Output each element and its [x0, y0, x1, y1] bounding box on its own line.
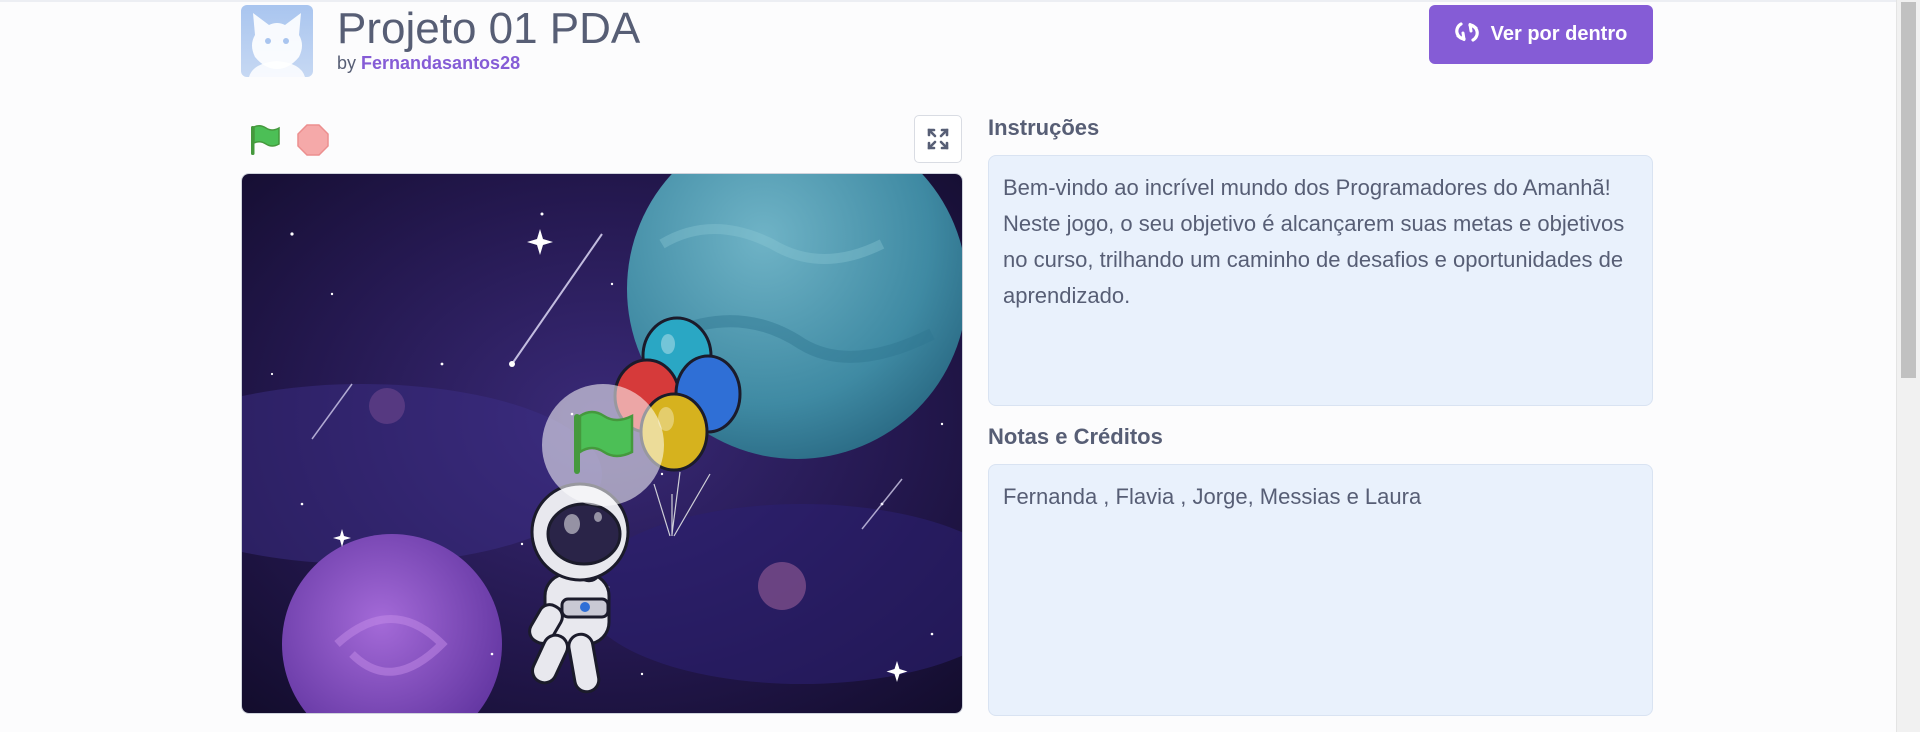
instructions-heading: Instruções [988, 115, 1100, 140]
see-inside-label: Ver por dentro [1490, 23, 1628, 45]
notes-heading: Notas e Créditos [988, 424, 1163, 449]
top-divider [0, 0, 1898, 2]
fullscreen-expand-icon[interactable] [914, 115, 962, 163]
green-flag-icon[interactable] [248, 123, 282, 157]
scratch-cat-avatar-icon[interactable] [241, 5, 313, 77]
notes-text: Fernanda , Flavia , Jorge, Messias e Lau… [1003, 484, 1422, 509]
instructions-text: Bem-vindo ao incrível mundo dos Programa… [1003, 175, 1625, 308]
scrollbar-thumb[interactable] [1901, 2, 1916, 378]
project-stage[interactable] [241, 173, 963, 714]
instructions-box[interactable]: Bem-vindo ao incrível mundo dos Programa… [988, 155, 1653, 406]
see-inside-button[interactable]: Ver por dentro [1429, 5, 1653, 64]
project-page: Projeto 01 PDA by Fernandasantos28 Ver p… [0, 0, 1920, 732]
author-link[interactable]: Fernandasantos28 [361, 53, 520, 73]
page-scrollbar[interactable] [1896, 0, 1920, 732]
stop-sign-icon[interactable] [296, 123, 330, 157]
project-title: Projeto 01 PDA [337, 4, 641, 53]
by-label: by [337, 53, 357, 73]
notes-box[interactable]: Fernanda , Flavia , Jorge, Messias e Lau… [988, 464, 1653, 716]
project-byline: by Fernandasantos28 [337, 52, 520, 74]
remix-arrows-icon [1454, 20, 1479, 50]
